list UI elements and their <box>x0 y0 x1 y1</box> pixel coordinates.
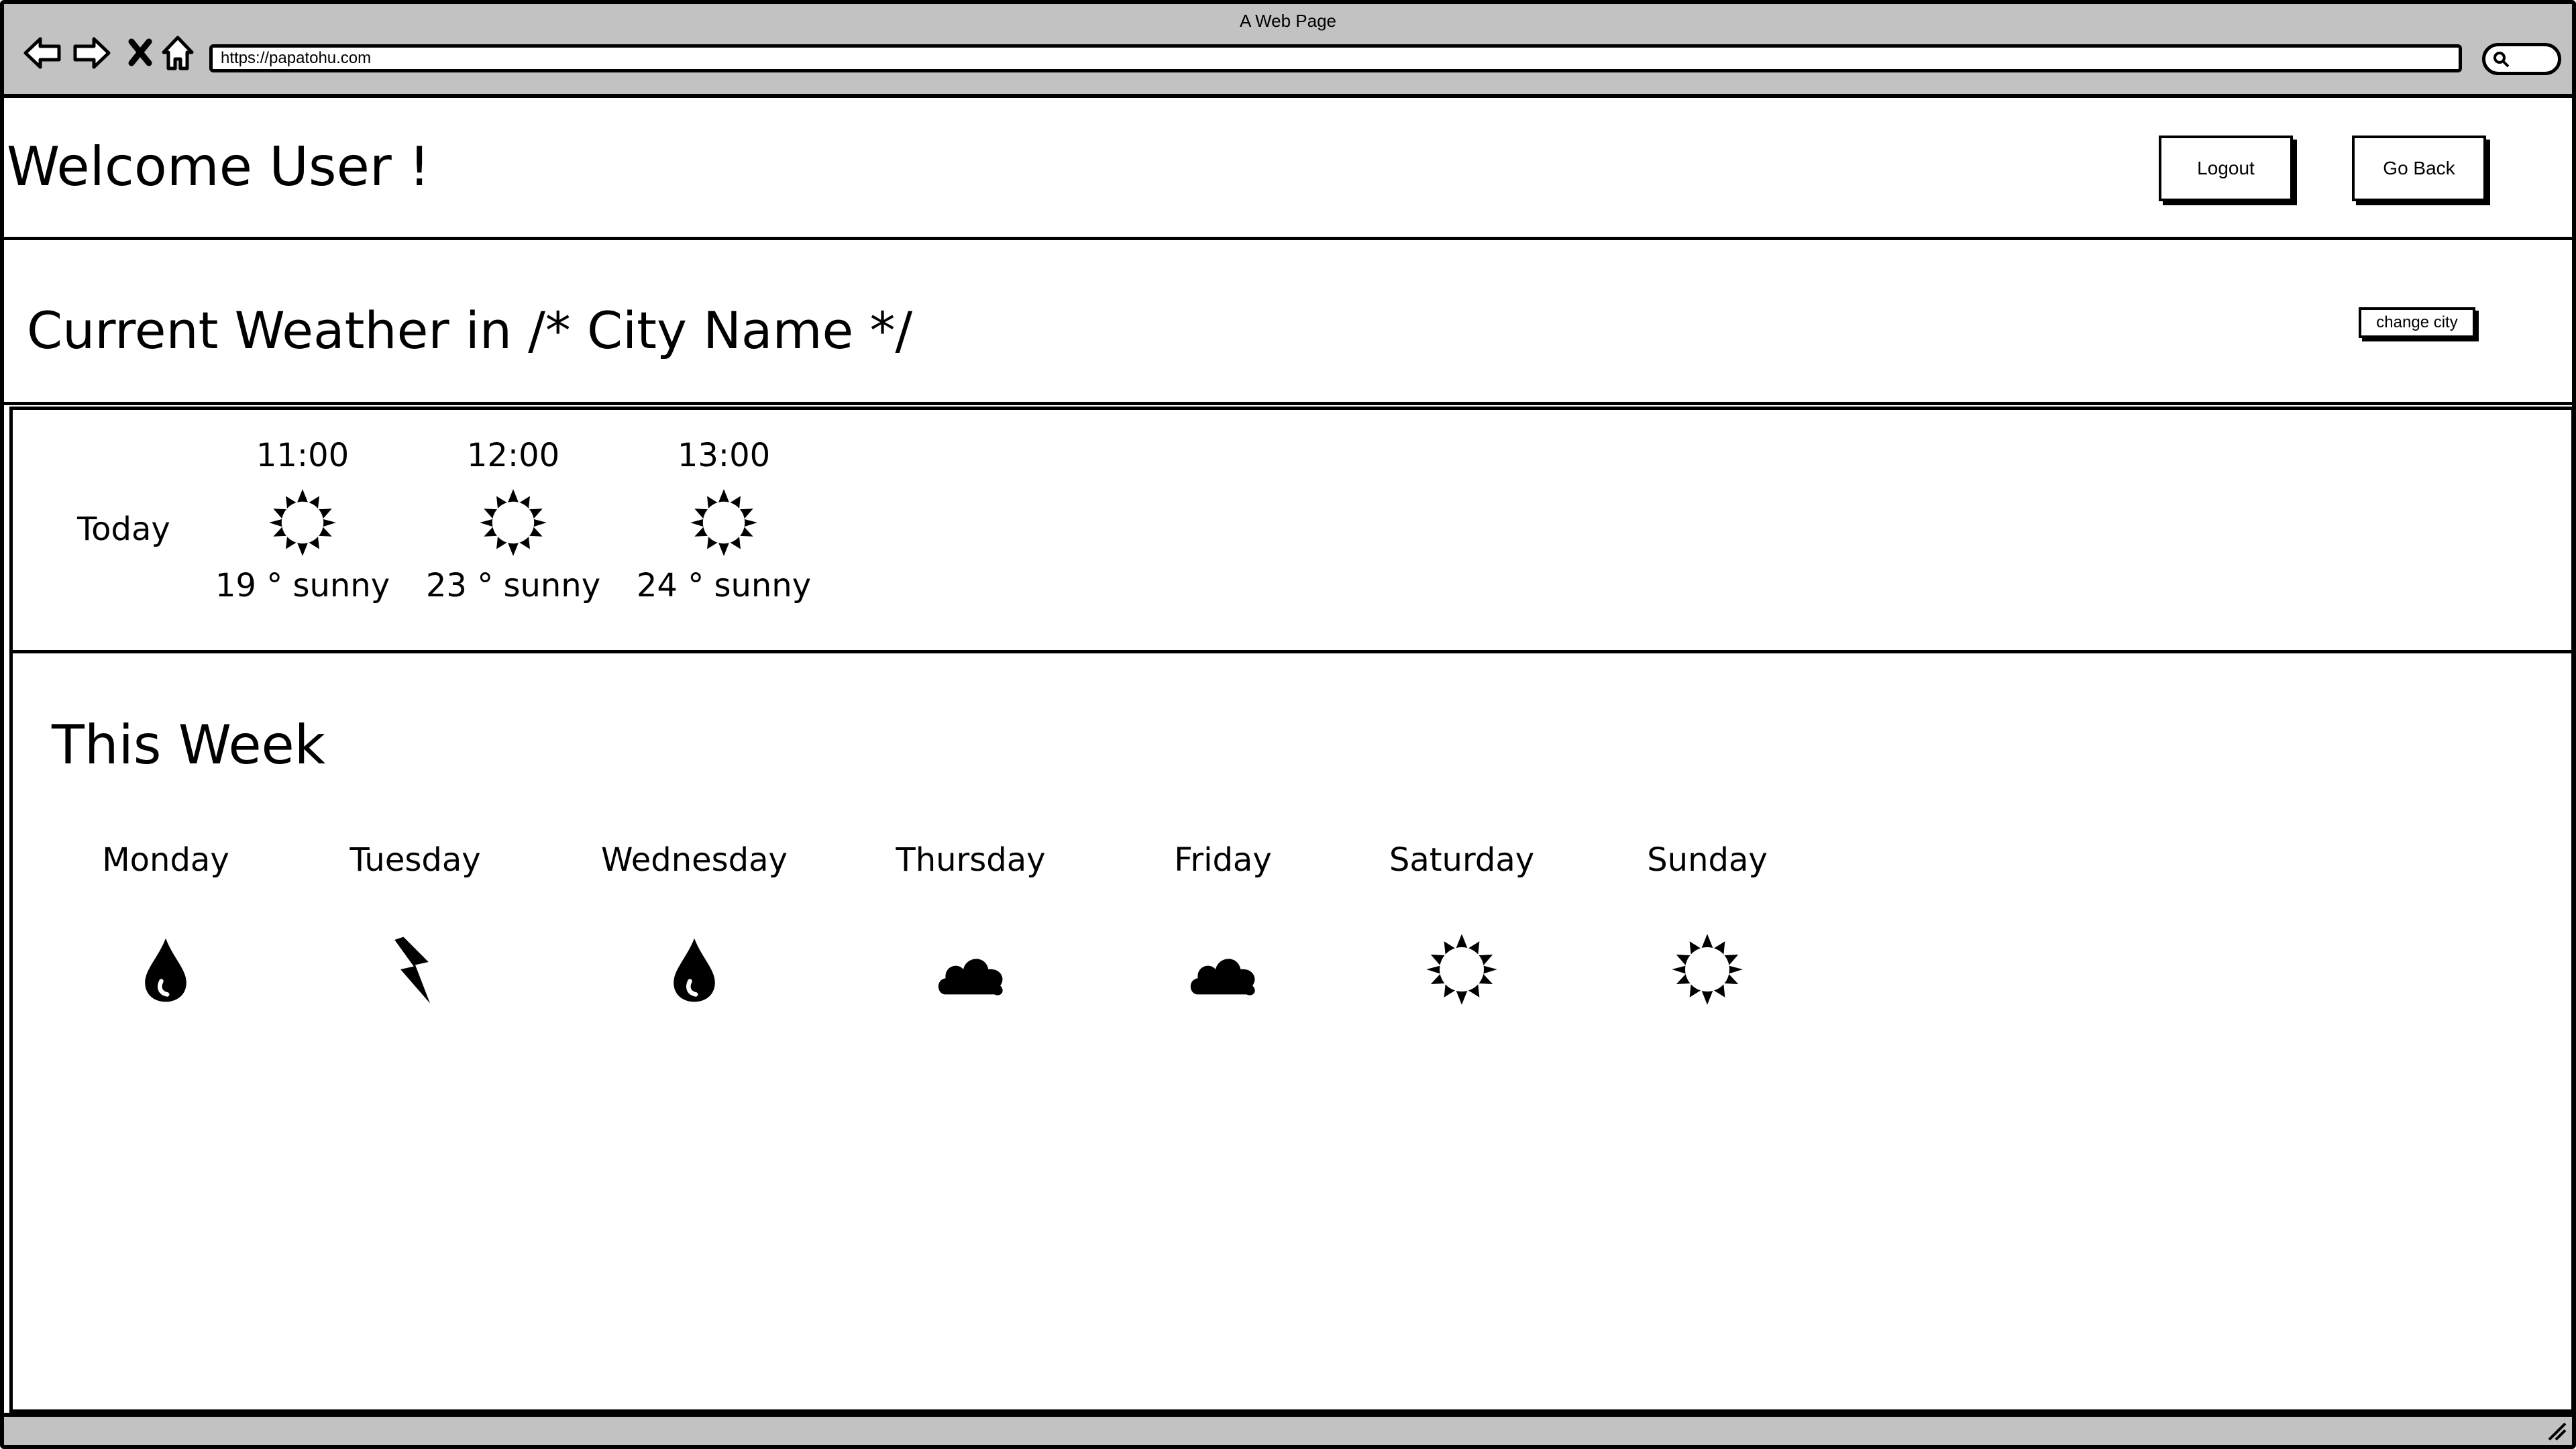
day-name: Saturday <box>1389 841 1535 879</box>
day-name: Thursday <box>896 841 1046 879</box>
current-weather-section: Current Weather in /* City Name */ chang… <box>4 240 2572 405</box>
day-forecast: Monday <box>65 841 266 1006</box>
hour-description: 23 ° sunny <box>425 567 601 604</box>
day-forecast: Tuesday <box>315 841 516 1006</box>
sun-icon <box>1426 934 1497 1005</box>
week-title: This Week <box>52 714 326 776</box>
day-forecast: Wednesday <box>594 841 795 1006</box>
current-weather-title: Current Weather in /* City Name */ <box>27 301 913 360</box>
cloud-icon <box>938 959 1003 996</box>
page-header: Welcome User ! Logout Go Back <box>4 98 2572 240</box>
raindrop-icon <box>674 938 715 1002</box>
browser-status-bar <box>4 1413 2572 1445</box>
browser-toolbar: A Web Page https://papatohu.com <box>4 4 2572 98</box>
hour-time: 11:00 <box>256 437 350 474</box>
day-forecast: Friday <box>1122 841 1324 1006</box>
resize-grip-icon[interactable] <box>2544 1418 2568 1442</box>
week-forecast-panel: This Week Monday Tuesday Wednesday Thurs… <box>9 653 2575 1413</box>
change-city-button[interactable]: change city <box>2359 307 2475 338</box>
go-back-button[interactable]: Go Back <box>2352 136 2486 201</box>
day-forecast: Sunday <box>1607 841 1808 1006</box>
sun-icon <box>480 489 547 556</box>
day-name: Wednesday <box>601 841 788 879</box>
window-title: A Web Page <box>1239 11 1337 31</box>
hour-forecast: 13:00 24 ° sunny <box>630 437 818 604</box>
address-bar[interactable]: https://papatohu.com <box>209 44 2462 72</box>
hour-time: 12:00 <box>466 437 560 474</box>
raindrop-icon <box>145 938 186 1002</box>
day-name: Friday <box>1174 841 1272 879</box>
welcome-heading: Welcome User ! <box>7 136 431 198</box>
hour-forecast: 11:00 19 ° sunny <box>209 437 396 604</box>
day-forecast: Thursday <box>870 841 1071 1006</box>
close-icon[interactable] <box>121 34 160 72</box>
forward-arrow-icon[interactable] <box>72 34 111 72</box>
day-name: Tuesday <box>350 841 481 879</box>
hour-description: 19 ° sunny <box>215 567 390 604</box>
hour-time: 13:00 <box>677 437 771 474</box>
search-icon <box>2493 52 2510 68</box>
hour-forecast: 12:00 23 ° sunny <box>419 437 607 604</box>
page-viewport: Welcome User ! Logout Go Back Current We… <box>4 98 2575 1413</box>
back-arrow-icon[interactable] <box>23 34 62 72</box>
today-label: Today <box>77 511 170 548</box>
today-forecast-panel: Today 11:00 19 ° sunny 12:00 23 ° sunny … <box>9 407 2575 653</box>
day-name: Sunday <box>1647 841 1768 879</box>
home-icon[interactable] <box>158 34 197 72</box>
day-name: Monday <box>102 841 229 879</box>
cloud-icon <box>1190 959 1255 996</box>
sun-icon <box>269 489 336 556</box>
browser-search-box[interactable] <box>2482 43 2561 75</box>
sun-icon <box>1672 934 1743 1005</box>
day-forecast: Saturday <box>1361 841 1562 1006</box>
hour-description: 24 ° sunny <box>636 567 812 604</box>
logout-button[interactable]: Logout <box>2159 136 2293 201</box>
browser-window: A Web Page https://papatohu.com Welcome … <box>0 0 2576 1449</box>
lightning-icon <box>394 936 430 1004</box>
sun-icon <box>690 489 757 556</box>
